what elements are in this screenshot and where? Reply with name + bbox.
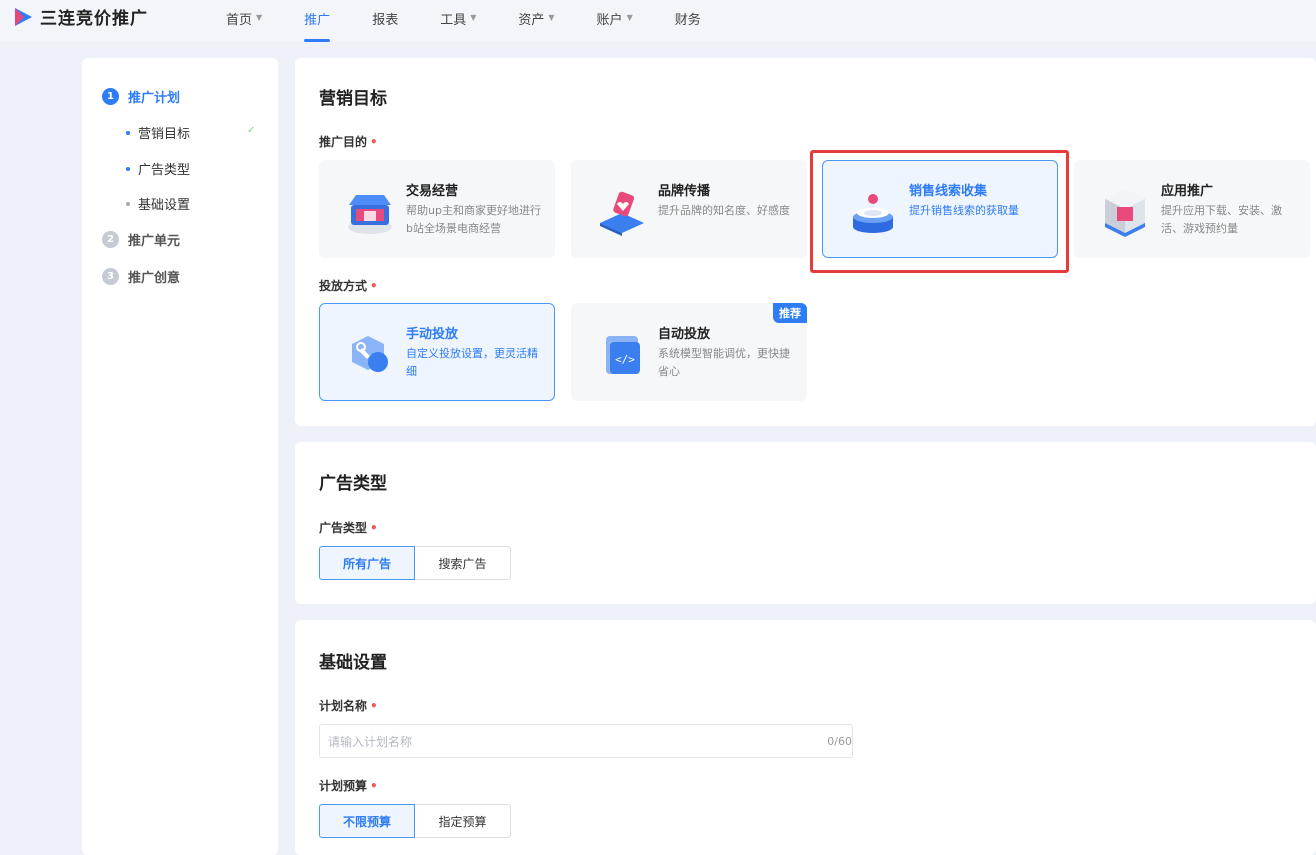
plan-name-label: 计划名称 • (319, 697, 378, 714)
option-title: 品牌传播 (658, 184, 711, 199)
basic-settings-card: 基础设置 计划名称 • 请输入计划名称 0/60 计划预算 • 不限预算 指定预算 (295, 620, 1316, 855)
purpose-option-brand[interactable]: 品牌传播 提升品牌的知名度、好感度 (571, 160, 807, 258)
step-label: 推广计划 (128, 91, 181, 106)
bullet-dot (126, 201, 130, 206)
substep-label: 广告类型 (138, 163, 191, 178)
bullet-dot (126, 166, 130, 171)
step-campaign[interactable]: 1 推广计划 (102, 87, 180, 106)
nav-home[interactable]: 首页 ▼ (226, 0, 262, 42)
label-text: 计划名称 (319, 699, 368, 713)
substep-ad-type[interactable]: 广告类型 (126, 159, 190, 178)
plan-budget-label: 计划预算 • (319, 777, 378, 794)
required-mark: • (370, 521, 378, 535)
nav-assets[interactable]: 资产 ▼ (518, 0, 554, 42)
ad-type-toggle: 所有广告 搜索广告 (319, 546, 511, 580)
nav-label: 报表 (372, 13, 399, 28)
substep-basic-settings[interactable]: 基础设置 (126, 194, 190, 213)
svg-text:</>: </> (615, 353, 635, 366)
option-desc: 系统模型智能调优，更快捷省心 (658, 347, 790, 378)
option-desc: 提升品牌的知名度、好感度 (658, 204, 790, 217)
budget-specified-button[interactable]: 指定预算 (415, 804, 511, 838)
option-desc: 自定义投放设置，更灵活精细 (406, 347, 538, 378)
shop-icon (348, 195, 392, 234)
purpose-label: 推广目的 • (319, 133, 378, 150)
label-text: 广告类型 (319, 521, 368, 535)
recommend-badge: 推荐 (773, 303, 807, 323)
required-mark: • (370, 135, 378, 149)
nav-label: 账户 (596, 13, 623, 28)
purpose-option-ecommerce[interactable]: 交易经营 帮助up主和商家更好地进行b站全场景电商经营 (319, 160, 555, 258)
substep-label: 营销目标 (138, 127, 191, 142)
step-label: 推广创意 (128, 271, 181, 286)
selection-highlight-box (810, 150, 1069, 273)
nav-label: 工具 (440, 13, 467, 28)
required-mark: • (370, 699, 378, 713)
ad-type-all-button[interactable]: 所有广告 (319, 546, 415, 580)
substep-marketing-goal[interactable]: 营销目标 (126, 123, 190, 142)
step-unit[interactable]: 2 推广单元 (102, 230, 180, 249)
chevron-down-icon: ▼ (626, 13, 633, 22)
option-title: 应用推广 (1161, 184, 1214, 199)
wrench-icon (352, 336, 388, 372)
delivery-option-auto[interactable]: </> 自动投放 系统模型智能调优，更快捷省心 推荐 (571, 303, 807, 401)
brand-logo[interactable]: 三连竞价推广 (12, 4, 148, 29)
nav-label: 财务 (674, 13, 701, 28)
char-counter: 0/60 (827, 734, 852, 748)
check-icon: ✓ (247, 125, 256, 136)
substep-label: 基础设置 (138, 198, 191, 213)
label-text: 投放方式 (319, 279, 368, 293)
purpose-option-app[interactable]: 应用推广 提升应用下载、安装、激活、游戏预约量 (1074, 160, 1310, 258)
steps-sidebar: 1 推广计划 营销目标 ✓ 广告类型 基础设置 2 推广单元 3 推广创意 (82, 58, 278, 855)
top-navbar: 三连竞价推广 首页 ▼ 推广 报表 工具 ▼ 资产 ▼ 账户 ▼ 财务 (0, 0, 1316, 42)
option-title: 交易经营 (406, 184, 459, 199)
section-title: 营销目标 (319, 89, 387, 109)
nav-label: 资产 (518, 13, 545, 28)
step-number: 3 (102, 268, 119, 285)
option-title: 手动投放 (406, 327, 459, 342)
ad-type-card: 广告类型 广告类型 • 所有广告 搜索广告 (295, 442, 1316, 604)
brand-heart-icon (600, 191, 644, 236)
step-label: 推广单元 (128, 234, 181, 249)
option-title: 自动投放 (658, 327, 711, 342)
plan-name-input[interactable]: 请输入计划名称 0/60 (319, 724, 853, 758)
step-creative[interactable]: 3 推广创意 (102, 267, 180, 286)
input-placeholder: 请输入计划名称 (328, 734, 413, 749)
delivery-label: 投放方式 • (319, 277, 378, 294)
step-number: 1 (102, 88, 119, 105)
budget-unlimited-button[interactable]: 不限预算 (319, 804, 415, 838)
chevron-down-icon: ▼ (470, 13, 477, 22)
label-text: 计划预算 (319, 779, 368, 793)
budget-toggle: 不限预算 指定预算 (319, 804, 511, 838)
brand-name: 三连竞价推广 (40, 9, 148, 29)
nav-tools[interactable]: 工具 ▼ (440, 0, 476, 42)
option-desc: 提升应用下载、安装、激活、游戏预约量 (1161, 204, 1282, 235)
nav-account[interactable]: 账户 ▼ (597, 0, 633, 42)
bullet-dot (126, 130, 130, 135)
chevron-down-icon: ▼ (256, 13, 263, 22)
label-text: 推广目的 (319, 135, 368, 149)
main-nav: 首页 ▼ 推广 报表 工具 ▼ 资产 ▼ 账户 ▼ 财务 (226, 0, 743, 42)
delivery-option-manual[interactable]: 手动投放 自定义投放设置，更灵活精细 (319, 303, 555, 401)
step-number: 2 (102, 231, 119, 248)
section-title: 基础设置 (319, 653, 387, 673)
nav-reports[interactable]: 报表 (372, 0, 398, 42)
play-logo-icon (15, 7, 32, 26)
required-mark: • (370, 279, 378, 293)
nav-promotion[interactable]: 推广 (304, 0, 331, 42)
nav-finance[interactable]: 财务 (675, 0, 701, 42)
ad-type-label: 广告类型 • (319, 519, 378, 536)
app-cube-icon (1105, 189, 1145, 237)
nav-label: 推广 (304, 13, 331, 28)
required-mark: • (370, 779, 378, 793)
chevron-down-icon: ▼ (548, 13, 555, 22)
option-desc: 帮助up主和商家更好地进行b站全场景电商经营 (406, 204, 541, 235)
code-window-icon: </> (606, 336, 640, 374)
section-title: 广告类型 (319, 474, 387, 494)
ad-type-search-button[interactable]: 搜索广告 (415, 546, 511, 580)
marketing-goal-card: 营销目标 推广目的 • 交易经营 帮助up主和商家更好地进行b站全场景电商经营 品… (295, 58, 1316, 426)
nav-label: 首页 (226, 13, 253, 28)
